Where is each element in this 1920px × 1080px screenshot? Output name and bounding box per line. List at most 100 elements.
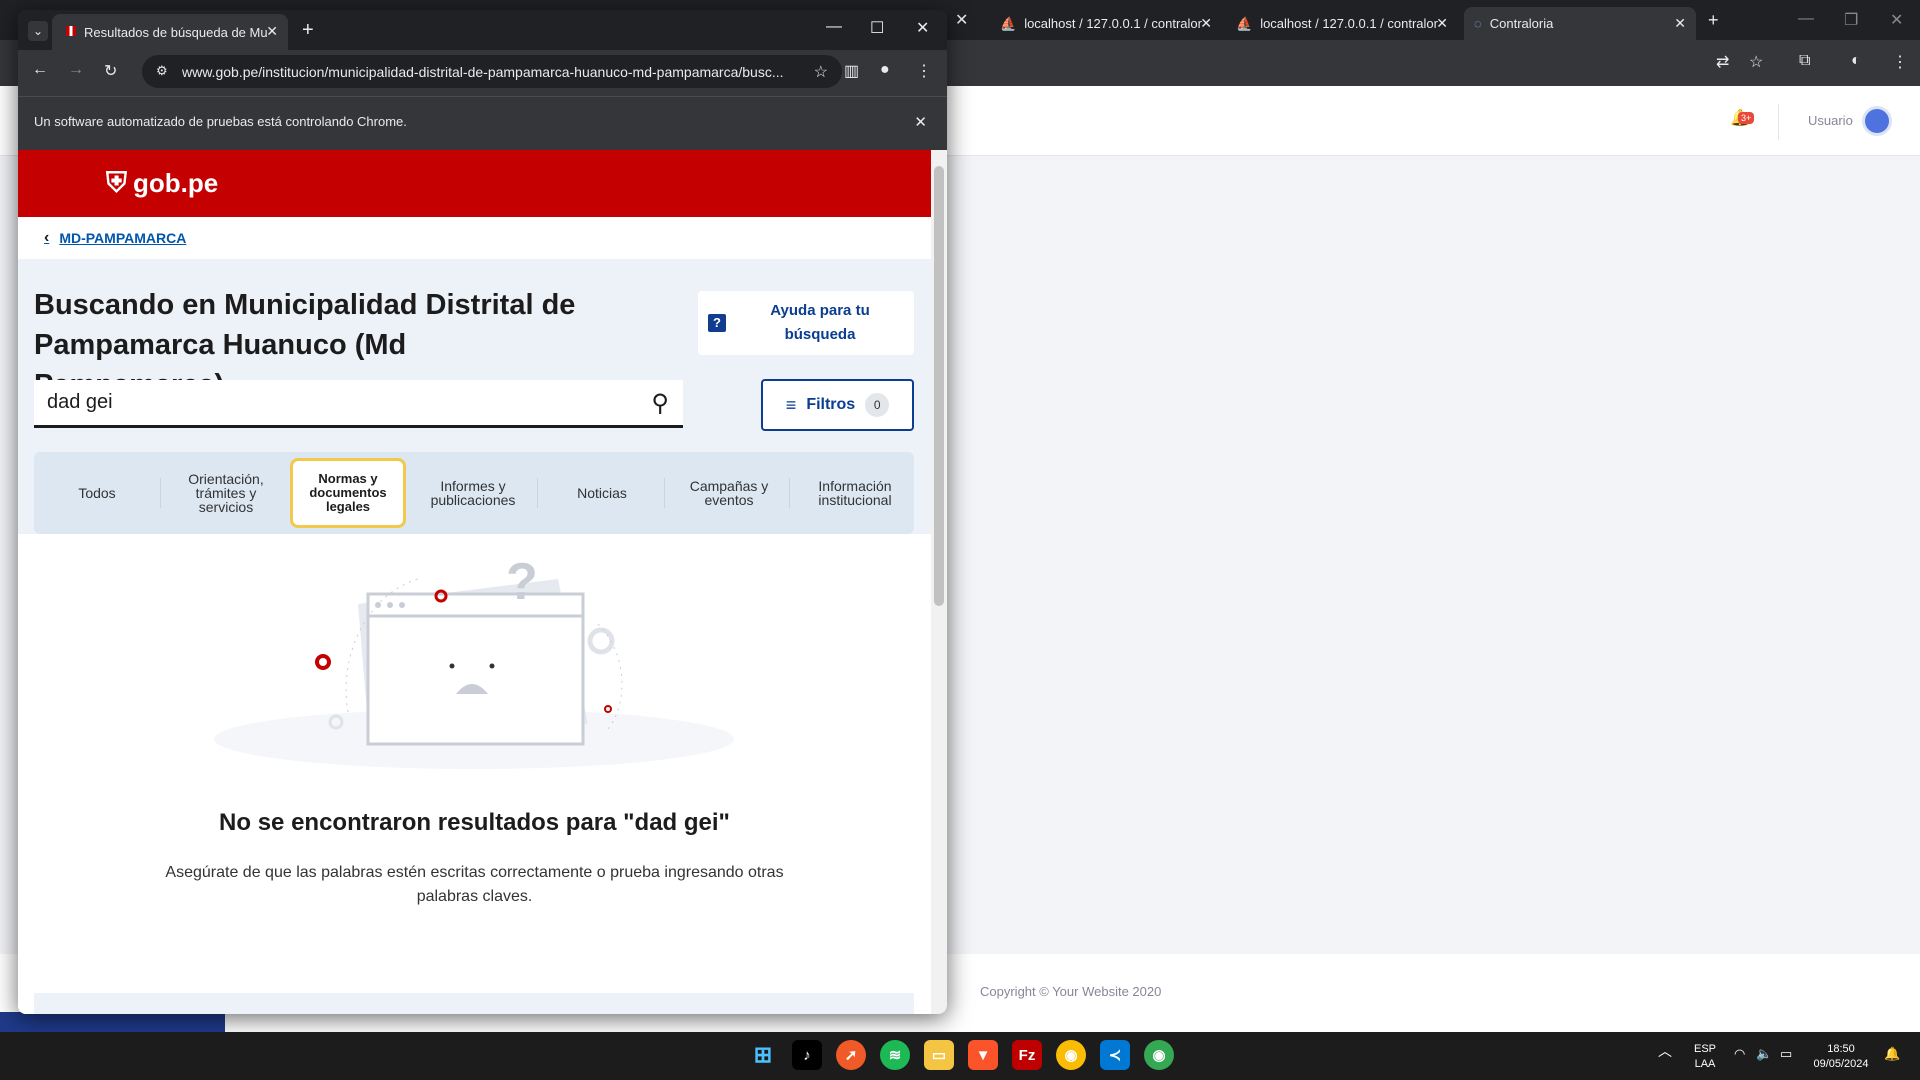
profile-icon[interactable]: ● — [880, 61, 890, 79]
gob-logo[interactable]: gob.pe — [133, 168, 218, 199]
address-bar[interactable]: ⚙ www.gob.pe/institucion/municipalidad-d… — [142, 55, 842, 88]
tiktok-icon[interactable]: ♪ — [792, 1040, 822, 1070]
volume-icon[interactable]: 🔈 — [1756, 1046, 1772, 1061]
peru-shield-icon: ⛨ — [106, 167, 128, 198]
side-panel-icon[interactable]: ▥ — [844, 61, 859, 81]
search-value: dad gei — [47, 391, 113, 413]
minimize-icon[interactable]: — — [1798, 10, 1814, 28]
filezilla-icon[interactable]: Fz — [1012, 1040, 1042, 1070]
profile-icon[interactable]: ◐ — [1851, 52, 1861, 70]
search-area: Buscando en Municipalidad Distrital de P… — [18, 259, 931, 1014]
tab-label: Todos — [78, 485, 116, 501]
no-results-title: No se encontraron resultados para "dad g… — [219, 809, 730, 836]
scrollbar[interactable] — [931, 150, 947, 1014]
help-button[interactable]: ? Ayuda para tu búsqueda — [698, 291, 914, 355]
tab-informacion[interactable]: Información institucional — [796, 452, 914, 534]
notifications-icon[interactable]: 🔔 — [1884, 1046, 1900, 1061]
battery-icon[interactable]: ▭ — [1780, 1046, 1792, 1061]
breadcrumb[interactable]: ‹ MD-PAMPAMARCA — [18, 217, 931, 259]
front-browser-window: ⌄ Resultados de búsqueda de Mu ✕ + — ☐ ✕… — [18, 10, 947, 1014]
divider — [789, 478, 790, 508]
spotify-icon[interactable]: ≋ — [880, 1040, 910, 1070]
chevron-up-icon[interactable]: ︿ — [1658, 1044, 1672, 1059]
breadcrumb-link[interactable]: MD-PAMPAMARCA — [59, 230, 186, 246]
minimize-icon[interactable]: — — [826, 18, 842, 36]
translate-icon[interactable]: ⇄ — [1716, 52, 1729, 72]
date: 09/05/2024 — [1813, 1058, 1869, 1070]
restore-icon[interactable]: ❐ — [1844, 10, 1858, 30]
reload-icon[interactable]: ↻ — [104, 61, 117, 81]
phpmyadmin-icon: ⛵ — [1236, 15, 1253, 31]
gob-header: ⛨ gob.pe — [18, 150, 931, 217]
scrollbar-thumb[interactable] — [934, 166, 944, 606]
help-icon: ? — [708, 314, 726, 332]
toolbar: ← → ↻ ⚙ www.gob.pe/institucion/municipal… — [18, 50, 947, 92]
forward-icon[interactable]: → — [68, 61, 84, 79]
close-icon[interactable]: ✕ — [914, 113, 927, 131]
filters-button[interactable]: ≡ Filtros 0 — [761, 379, 914, 431]
close-icon[interactable]: ✕ — [955, 10, 968, 30]
star-icon[interactable]: ☆ — [1749, 52, 1763, 72]
close-window-icon[interactable]: ✕ — [916, 18, 929, 38]
vscode-icon[interactable]: ≺ — [1100, 1040, 1130, 1070]
tab-campanas[interactable]: Campañas y eventos — [670, 452, 788, 534]
postman-icon[interactable]: ➚ — [836, 1040, 866, 1070]
tab-orientacion[interactable]: Orientación, trámites y servicios — [170, 452, 282, 534]
divider — [160, 478, 161, 508]
tab-strip: ⌄ Resultados de búsqueda de Mu ✕ + — ☐ ✕ — [18, 10, 947, 50]
tab-informes[interactable]: Informes y publicaciones — [416, 452, 530, 534]
chrome-icon[interactable]: ◉ — [1144, 1040, 1174, 1070]
maximize-icon[interactable]: ☐ — [870, 18, 884, 38]
filters-label: Filtros — [806, 396, 856, 413]
chrome-icon[interactable]: ◉ — [1056, 1040, 1086, 1070]
category-tabs: Todos Orientación, trámites y servicios … — [34, 452, 914, 534]
clock[interactable]: 18:50 09/05/2024 — [1808, 1042, 1874, 1072]
help-label: Ayuda para tu búsqueda — [770, 302, 870, 343]
divider — [664, 478, 665, 508]
tab-contraloria[interactable]: ◌ Contraloria ✕ — [1464, 7, 1696, 40]
search-input[interactable]: dad gei ⚲ — [34, 380, 683, 428]
tab-label: Orientación, trámites y servicios — [188, 471, 264, 515]
brave-icon[interactable]: ▼ — [968, 1040, 998, 1070]
peru-flag-icon — [66, 26, 76, 36]
sidebar-edge — [0, 1012, 225, 1032]
tab-title: Resultados de búsqueda de Mu — [84, 24, 268, 40]
tab-active[interactable]: Resultados de búsqueda de Mu ✕ — [52, 14, 288, 50]
menu-icon[interactable]: ⋮ — [916, 61, 932, 81]
language-indicator[interactable]: ESP LAA — [1690, 1042, 1720, 1072]
tab-normas[interactable]: Normas y documentos legales — [290, 458, 406, 528]
tab-search-icon[interactable]: ⌄ — [28, 21, 48, 41]
close-icon[interactable]: ✕ — [1674, 15, 1686, 32]
notification-badge: 3+ — [1738, 112, 1755, 124]
infobar-text: Un software automatizado de pruebas está… — [34, 114, 407, 129]
tab-label: Información institucional — [818, 478, 892, 508]
tab-label: localhost / 127.0.0.1 / contralor — [1024, 16, 1202, 31]
close-icon[interactable]: ✕ — [1436, 15, 1448, 32]
new-tab-icon[interactable]: + — [302, 19, 314, 42]
tab-todos[interactable]: Todos — [34, 452, 160, 534]
wifi-icon[interactable]: ◠ — [1734, 1046, 1745, 1061]
extensions-icon[interactable]: ⧉ — [1799, 52, 1810, 70]
file-explorer-icon[interactable]: ▭ — [924, 1040, 954, 1070]
url-text: www.gob.pe/institucion/municipalidad-dis… — [182, 63, 784, 80]
site-info-icon[interactable]: ⚙ — [156, 63, 168, 79]
tab-noticias[interactable]: Noticias — [544, 452, 660, 534]
divider — [537, 478, 538, 508]
star-icon[interactable]: ☆ — [814, 62, 828, 82]
filter-icon: ≡ — [785, 394, 797, 415]
avatar[interactable] — [1862, 106, 1892, 136]
search-icon[interactable]: ⚲ — [651, 389, 669, 418]
user-name[interactable]: Usuario — [1808, 113, 1853, 128]
tab-localhost-1[interactable]: ⛵ localhost / 127.0.0.1 / contralor ✕ — [990, 7, 1222, 40]
tab-localhost-2[interactable]: ⛵ localhost / 127.0.0.1 / contralor ✕ — [1226, 7, 1458, 40]
new-tab-icon[interactable]: + — [1708, 10, 1719, 31]
close-icon[interactable]: ✕ — [266, 23, 278, 40]
close-window-icon[interactable]: ✕ — [1890, 10, 1903, 30]
back-icon[interactable]: ← — [32, 61, 48, 79]
close-icon[interactable]: ✕ — [1200, 15, 1212, 32]
tab-label: localhost / 127.0.0.1 / contralor — [1260, 16, 1438, 31]
menu-icon[interactable]: ⋮ — [1892, 52, 1908, 72]
loading-icon: ◌ — [1474, 16, 1482, 31]
windows-start-icon[interactable]: ⊞ — [748, 1040, 778, 1070]
svg-text:?: ? — [506, 553, 538, 611]
